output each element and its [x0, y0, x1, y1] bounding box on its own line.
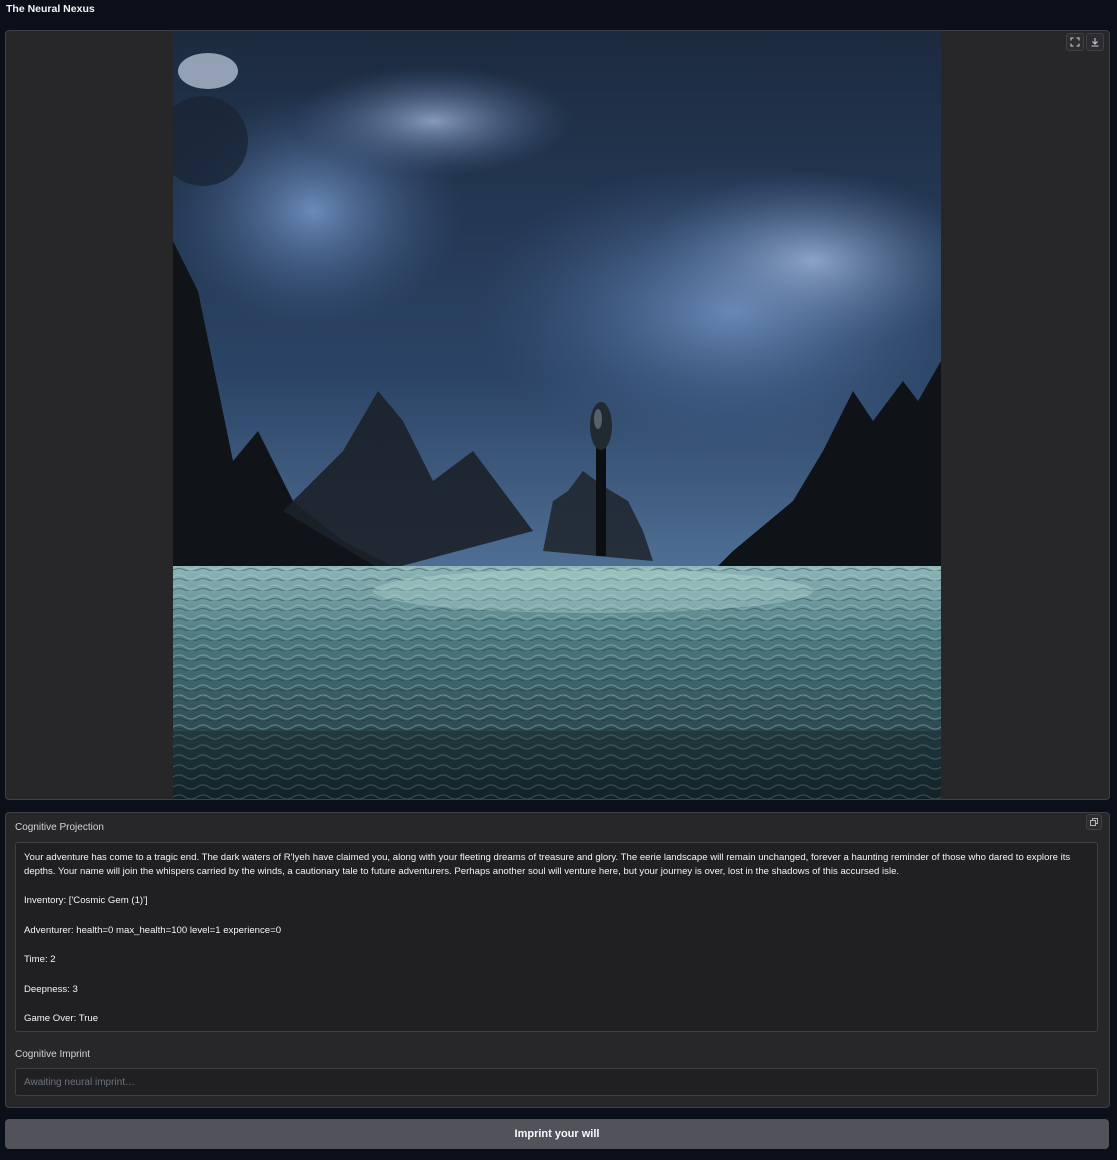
- form-panel: Cognitive Projection Your adventure has …: [5, 812, 1110, 1108]
- fullscreen-icon[interactable]: [1066, 33, 1084, 51]
- download-icon[interactable]: [1086, 33, 1104, 51]
- imprint-input[interactable]: [15, 1068, 1098, 1096]
- app-title: The Neural Nexus: [6, 3, 95, 15]
- output-paragraph: Your adventure has come to a tragic end.…: [24, 852, 1071, 877]
- time-line: Time: 2: [24, 954, 56, 965]
- image-panel: [5, 30, 1110, 800]
- output-textbox[interactable]: Your adventure has come to a tragic end.…: [15, 842, 1098, 1032]
- adventurer-line: Adventurer: health=0 max_health=100 leve…: [24, 924, 282, 936]
- imprint-button[interactable]: Imprint your will: [5, 1119, 1109, 1149]
- deepness-line: Deepness: 3: [24, 983, 78, 995]
- inventory-line: Inventory: ['Cosmic Gem (1)']: [24, 895, 148, 906]
- input-label: Cognitive Imprint: [15, 1049, 91, 1060]
- generated-scene-image: [173, 31, 941, 799]
- game-over-line: Game Over: True: [24, 1013, 99, 1024]
- output-label: Cognitive Projection: [15, 822, 104, 833]
- copy-icon[interactable]: [1086, 814, 1102, 830]
